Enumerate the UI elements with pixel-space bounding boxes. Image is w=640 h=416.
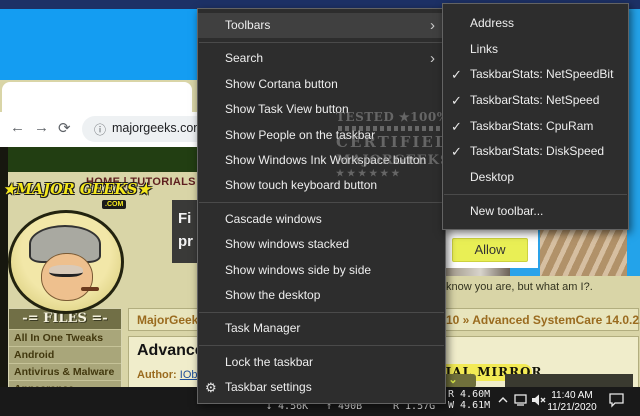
clock[interactable]: 11:40 AM 11/21/2020 [544, 390, 600, 413]
action-center-icon[interactable] [608, 392, 625, 413]
screenshot-root: Download Advanced SystemCare × ← → ⟳ ⓘ m… [0, 0, 640, 416]
clock-time: 11:40 AM [551, 390, 593, 401]
majorgeeks-logo[interactable]: ★MAJOR GEEKS★ .COM [0, 178, 150, 314]
submenu-item-desktop[interactable]: Desktop [443, 165, 628, 191]
menu-separator [199, 311, 444, 313]
menu-item-search[interactable]: Search › [198, 46, 445, 71]
submenu-item-netspeedbit[interactable]: ✓ TaskbarStats: NetSpeedBit [443, 62, 628, 88]
check-icon: ✓ [451, 118, 462, 134]
submenu-item-new-toolbar[interactable]: New toolbar... [443, 199, 628, 225]
breadcrumb-left-fragment[interactable]: MajorGeek [137, 313, 198, 327]
forward-icon[interactable]: → [34, 119, 49, 136]
sidebar-item-antivirus-malware[interactable]: Antivirus & Malware [9, 363, 121, 380]
menu-item-taskbar-settings[interactable]: ⚙ Taskbar settings [198, 375, 445, 400]
submenu-item-address[interactable]: Address [443, 11, 628, 37]
menu-item-show-people[interactable]: Show People on the taskbar [198, 123, 445, 148]
menu-item-lock-taskbar[interactable]: Lock the taskbar [198, 350, 445, 375]
menu-item-show-touch-keyboard[interactable]: Show touch keyboard button [198, 173, 445, 198]
check-icon: ✓ [451, 67, 462, 83]
download-dark-button[interactable] [505, 374, 633, 388]
tray-chevron-up-icon[interactable] [497, 393, 509, 412]
logo-mascot-circle [8, 210, 124, 314]
menu-item-show-windows-stacked[interactable]: Show windows stacked [198, 232, 445, 257]
menu-item-show-ink-workspace[interactable]: Show Windows Ink Workspace button [198, 148, 445, 173]
chevron-right-icon: › [430, 50, 435, 68]
submenu-item-cpuram[interactable]: ✓ TaskbarStats: CpuRam [443, 114, 628, 140]
allow-button[interactable]: Allow [452, 238, 528, 262]
menu-item-show-task-view[interactable]: Show Task View button [198, 97, 445, 122]
taskbar-disk-speed: R 4.60M W 4.61M [448, 389, 490, 411]
menu-separator [444, 194, 627, 196]
menu-item-show-cortana[interactable]: Show Cortana button [198, 72, 445, 97]
mascot-cigar [81, 287, 99, 291]
mascot-face [41, 253, 93, 301]
submenu-item-diskspeed[interactable]: ✓ TaskbarStats: DiskSpeed [443, 139, 628, 165]
menu-item-task-manager[interactable]: Task Manager [198, 316, 445, 341]
chevron-right-icon: › [430, 17, 435, 34]
back-icon[interactable]: ← [10, 119, 25, 136]
ad-photo-person [436, 268, 510, 276]
author-label: Author: [137, 369, 177, 381]
menu-separator [199, 345, 444, 347]
submenu-item-links[interactable]: Links [443, 37, 628, 63]
menu-separator [199, 202, 444, 204]
menu-separator [199, 41, 444, 43]
browser-tab[interactable]: Download Advanced SystemCare × [2, 82, 192, 187]
site-info-icon[interactable]: ⓘ [94, 121, 106, 138]
disk-read-value: R 4.60M [448, 389, 491, 400]
site-tagline: know you are, but what am I?. [446, 281, 593, 293]
taskbar-context-menu: Toolbars › Search › Show Cortana button … [197, 8, 446, 405]
menu-item-show-windows-side[interactable]: Show windows side by side [198, 258, 445, 283]
network-icon[interactable] [514, 393, 529, 412]
submenu-item-netspeed[interactable]: ✓ TaskbarStats: NetSpeed [443, 88, 628, 114]
sidebar-item-android[interactable]: Android [9, 346, 121, 363]
breadcrumb-right-fragment[interactable]: 10 » Advanced SystemCare 14.0.2.1 [446, 313, 640, 327]
logo-wordmark: ★MAJOR GEEKS★ [3, 181, 151, 198]
check-icon: ✓ [451, 93, 462, 109]
menu-item-show-desktop[interactable]: Show the desktop [198, 283, 445, 308]
sidebar-item-all-in-one-tweaks[interactable]: All In One Tweaks [9, 329, 121, 346]
menu-item-cascade-windows[interactable]: Cascade windows [198, 207, 445, 232]
clock-date: 11/21/2020 [547, 401, 597, 413]
mascot-glasses [49, 265, 83, 277]
gear-icon: ⚙ [205, 380, 217, 396]
check-icon: ✓ [451, 144, 462, 160]
reload-icon[interactable]: ⟳ [58, 119, 71, 137]
logo-com-tag: .COM [102, 200, 127, 209]
menu-item-toolbars[interactable]: Toolbars › [198, 13, 445, 39]
toolbars-submenu: Address Links ✓ TaskbarStats: NetSpeedBi… [442, 3, 629, 230]
author-line: Author: IObit [137, 369, 203, 381]
disk-write-value: W 4.61M [448, 400, 491, 411]
